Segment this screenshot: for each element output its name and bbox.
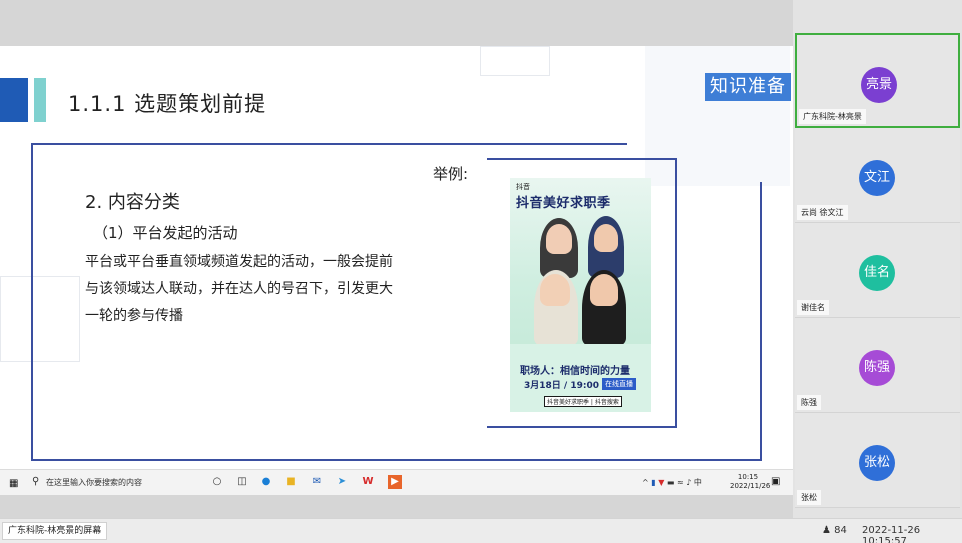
avatar: 亮景 <box>861 67 897 103</box>
avatar: 佳名 <box>859 255 895 291</box>
poster-person <box>546 224 572 254</box>
poster-person <box>590 274 618 306</box>
wps-icon[interactable]: W <box>361 475 375 489</box>
avatar: 张松 <box>859 445 895 481</box>
clock-date: 2022/11/26 <box>730 482 771 490</box>
poster-tagline: 职场人：相信时间的力量 <box>520 366 630 377</box>
meeting-datetime: 2022-11-26 10:15:57 <box>862 525 921 543</box>
poster-brand: 抖音 <box>516 183 530 191</box>
sub-heading: （1）平台发起的活动 <box>93 224 238 242</box>
tray-app-icon[interactable]: ▮ <box>651 478 655 487</box>
network-icon[interactable]: ≈ <box>677 478 684 487</box>
decor-outline <box>480 46 550 76</box>
people-icon: ♟ <box>822 525 831 536</box>
body-line: 平台或平台垂直领域频道发起的活动，一般会提前 <box>85 254 393 270</box>
attendee-count-value: 84 <box>834 525 847 536</box>
meeting-status-bar: 广东科院-林亮景的屏幕 ♟ 84 2022-11-26 10:15:57 <box>0 518 962 543</box>
participants-panel: 亮景 广东科院-林亮景 文江 云尚 徐文江 佳名 谢佳名 陈强 陈强 张松 张松 <box>793 0 962 518</box>
poster-person <box>594 224 618 252</box>
participant-tile[interactable]: 佳名 谢佳名 <box>795 223 960 318</box>
poster-person <box>540 274 570 306</box>
system-tray[interactable]: ^ ▮ ▼ ▬ ≈ ♪ 中 <box>642 477 702 488</box>
participant-tile[interactable]: 文江 云尚 徐文江 <box>795 128 960 223</box>
app-icon[interactable]: ➤ <box>335 475 349 489</box>
shared-screen: 1.1.1 选题策划前提 知识准备 举例: 2. 内容分类 （1）平台发起的活动… <box>0 0 793 518</box>
clock-time: 10:15 <box>737 473 759 481</box>
poster-live-badge: 在线直播 <box>602 378 636 390</box>
attendee-count[interactable]: ♟ 84 <box>822 525 847 536</box>
accent-bar <box>0 78 10 122</box>
search-icon: ⚲ <box>32 476 40 487</box>
task-view-icon[interactable]: ○ <box>210 475 224 489</box>
content-frame-right <box>760 182 762 461</box>
mail-icon[interactable]: ✉ <box>310 475 324 489</box>
accent-bar <box>10 78 28 122</box>
notification-icon[interactable]: ▣ <box>771 476 780 487</box>
participant-name: 谢佳名 <box>797 300 829 315</box>
ime-indicator[interactable]: 中 <box>694 478 702 487</box>
participant-tile[interactable]: 亮景 广东科院-林亮景 <box>795 33 960 128</box>
example-poster: 抖音 抖音美好求职季 职场人：相信时间的力量 3月18日 / 19:00 在线直… <box>510 178 651 412</box>
presentation-slide: 1.1.1 选题策划前提 知识准备 举例: 2. 内容分类 （1）平台发起的活动… <box>0 46 793 469</box>
participant-name: 张松 <box>797 490 821 505</box>
taskbar-clock[interactable]: 10:15 2022/11/26 <box>730 473 771 491</box>
file-explorer-icon[interactable]: ■ <box>284 475 298 489</box>
avatar: 文江 <box>859 160 895 196</box>
tray-app-icon[interactable]: ▼ <box>658 478 664 487</box>
battery-icon[interactable]: ▬ <box>667 478 675 487</box>
section-badge: 知识准备 <box>705 73 791 101</box>
body-paragraph: 平台或平台垂直领域频道发起的活动，一般会提前 与该领域达人联动，并在达人的号召下… <box>85 249 420 330</box>
chevron-up-icon[interactable]: ^ <box>642 478 649 487</box>
participant-name: 广东科院-林亮景 <box>799 109 866 124</box>
participant-name: 云尚 徐文江 <box>797 205 848 220</box>
accent-bar <box>34 78 46 122</box>
section-heading: 2. 内容分类 <box>85 192 180 213</box>
poster-headline: 抖音美好求职季 <box>516 196 611 211</box>
title-accent-bars <box>0 78 50 122</box>
participant-tile[interactable]: 张松 张松 <box>795 413 960 508</box>
edge-browser-icon[interactable]: ● <box>259 475 273 489</box>
taskbar-search-placeholder: 在这里输入你要搜索的内容 <box>46 478 142 487</box>
widgets-icon[interactable]: ◫ <box>235 475 249 489</box>
poster-date: 3月18日 / 19:00 <box>524 381 599 391</box>
windows-icon[interactable]: ▦ <box>9 478 18 489</box>
participant-tile[interactable]: 陈强 陈强 <box>795 318 960 413</box>
example-label: 举例: <box>433 165 469 183</box>
body-line: 与该领域达人联动，并在达人的号召下，引发更大 <box>85 281 393 297</box>
taskbar-search[interactable]: ⚲ 在这里输入你要搜索的内容 <box>27 472 197 494</box>
meeting-window: 1.1.1 选题策划前提 知识准备 举例: 2. 内容分类 （1）平台发起的活动… <box>0 0 962 543</box>
screen-owner-label: 广东科院-林亮景的屏幕 <box>2 522 108 540</box>
windows-taskbar: ▦ ⚲ 在这里输入你要搜索的内容 ○ ◫ ● ■ ✉ ➤ W ▶ ^ ▮ ▼ ▬… <box>0 469 793 495</box>
participant-name: 陈强 <box>797 395 821 410</box>
volume-icon[interactable]: ♪ <box>686 478 691 487</box>
presentation-app-icon[interactable]: ▶ <box>388 475 402 489</box>
avatar: 陈强 <box>859 350 895 386</box>
slide-title: 1.1.1 选题策划前提 <box>68 92 267 116</box>
poster-search-box: 抖音美好求职季 | 抖音搜索 <box>544 396 622 407</box>
body-line: 一轮的参与传播 <box>85 308 183 324</box>
